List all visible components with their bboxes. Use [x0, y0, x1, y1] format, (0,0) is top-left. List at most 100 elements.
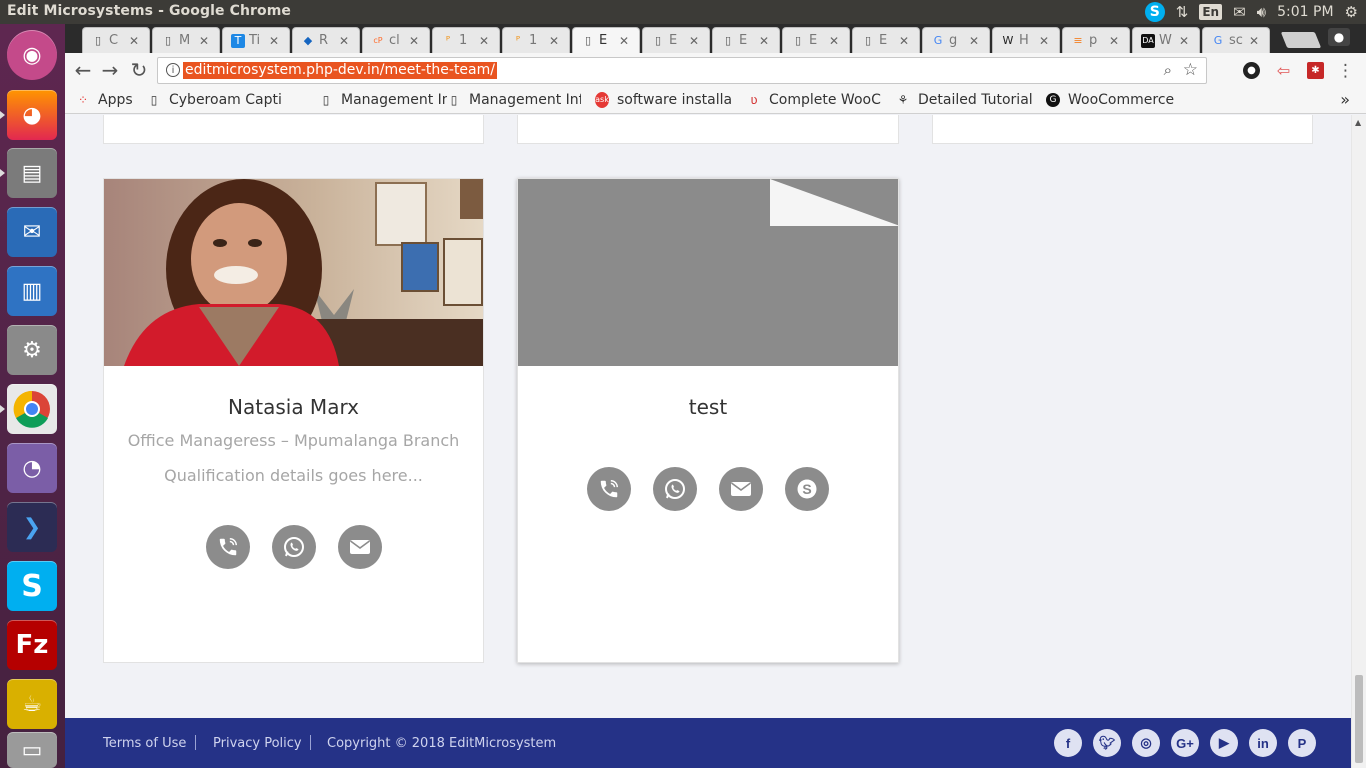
- ubuntu-dash-icon[interactable]: ◉: [7, 30, 57, 80]
- tab-close-icon[interactable]: ✕: [1039, 34, 1049, 48]
- trash-icon[interactable]: ▭: [7, 732, 57, 768]
- browser-tab[interactable]: Gg ✕: [922, 27, 990, 53]
- bookmark-item[interactable]: ▯ Management Inf: [447, 92, 581, 108]
- skype-icon[interactable]: S: [7, 561, 57, 611]
- zoom-icon[interactable]: ⌕: [1164, 61, 1172, 79]
- terms-of-use-link[interactable]: Terms of Use: [103, 736, 186, 751]
- scroll-up-arrow-icon[interactable]: ▲: [1355, 118, 1361, 127]
- email-icon[interactable]: [719, 467, 763, 511]
- url-text[interactable]: editmicrosystem.php-dev.in/meet-the-team…: [183, 62, 497, 79]
- browser-tab[interactable]: ▯ E ✕: [852, 27, 920, 53]
- browser-tab[interactable]: ᴾ 1 ✕: [432, 27, 500, 53]
- network-icon[interactable]: ⇅: [1176, 3, 1189, 21]
- chrome-menu-icon[interactable]: ⋮: [1337, 61, 1354, 81]
- browser-tab[interactable]: DA W ✕: [1132, 27, 1200, 53]
- bookmark-star-icon[interactable]: ☆: [1183, 60, 1198, 80]
- filezilla-icon[interactable]: Fz: [7, 620, 57, 670]
- tab-title: C: [109, 33, 119, 48]
- address-bar[interactable]: i editmicrosystem.php-dev.in/meet-the-te…: [157, 57, 1207, 84]
- volume-icon[interactable]: 🔊︎: [1257, 3, 1266, 21]
- vscode-icon[interactable]: ❯: [7, 502, 57, 552]
- browser-tab[interactable]: ◆ R ✕: [292, 27, 360, 53]
- back-arrow-icon[interactable]: ←: [71, 58, 95, 82]
- tab-close-icon[interactable]: ✕: [759, 34, 769, 48]
- tab-close-icon[interactable]: ✕: [619, 34, 629, 48]
- tab-close-icon[interactable]: ✕: [199, 34, 209, 48]
- lamp-app-icon[interactable]: ☕: [7, 679, 57, 729]
- files-icon[interactable]: ▤: [7, 148, 57, 198]
- skype-icon[interactable]: S: [785, 467, 829, 511]
- bookmark-item[interactable]: ask software installa: [595, 92, 735, 108]
- browser-tab[interactable]: ▯ M ✕: [152, 27, 220, 53]
- bookmark-item[interactable]: G WooCommerce: [1046, 92, 1184, 108]
- google-plus-icon[interactable]: G+: [1171, 729, 1199, 757]
- tab-close-icon[interactable]: ✕: [339, 34, 349, 48]
- profile-avatar-icon[interactable]: ●: [1328, 28, 1350, 46]
- extension-arrow-icon[interactable]: ⇦: [1275, 62, 1292, 79]
- tab-close-icon[interactable]: ✕: [549, 34, 559, 48]
- browser-tab[interactable]: ▯ E ✕: [712, 27, 780, 53]
- tab-close-icon[interactable]: ✕: [269, 34, 279, 48]
- whatsapp-icon[interactable]: [271, 525, 316, 569]
- browser-tab[interactable]: T Ti ✕: [222, 27, 290, 53]
- system-settings-icon[interactable]: ⚙: [7, 325, 57, 375]
- pidgin-icon[interactable]: ◔: [7, 443, 57, 493]
- bookmark-apps[interactable]: ⁘ Apps: [76, 92, 138, 108]
- browser-tab[interactable]: cP cl ✕: [362, 27, 430, 53]
- tab-close-icon[interactable]: ✕: [479, 34, 489, 48]
- tab-close-icon[interactable]: ✕: [689, 34, 699, 48]
- skype-tray-icon[interactable]: S: [1144, 2, 1165, 22]
- facebook-icon[interactable]: f: [1054, 729, 1082, 757]
- bookmark-item[interactable]: ⚘ Detailed Tutorial: [896, 92, 1032, 108]
- browser-tab[interactable]: ≡ p ✕: [1062, 27, 1130, 53]
- phone-icon[interactable]: [587, 467, 631, 511]
- whatsapp-icon[interactable]: [653, 467, 697, 511]
- extension-colorpick-icon[interactable]: ●: [1243, 62, 1260, 79]
- tab-close-icon[interactable]: ✕: [1109, 34, 1119, 48]
- bookmark-item[interactable]: ▯ Cyberoam Capti: [147, 92, 285, 108]
- youtube-icon[interactable]: ▶: [1210, 729, 1238, 757]
- browser-tab[interactable]: ▯ C ✕: [82, 27, 150, 53]
- extension-pdf-icon[interactable]: ✱: [1307, 62, 1324, 79]
- tab-close-icon[interactable]: ✕: [1249, 34, 1259, 48]
- email-icon[interactable]: [337, 525, 382, 569]
- page-scrollbar[interactable]: ▲: [1351, 115, 1366, 768]
- phone-icon[interactable]: [205, 525, 250, 569]
- browser-tab[interactable]: ▯ E ✕: [642, 27, 710, 53]
- twitter-icon[interactable]: 🐦︎: [1093, 729, 1121, 757]
- forward-arrow-icon[interactable]: →: [98, 58, 122, 82]
- linkedin-icon[interactable]: in: [1249, 729, 1277, 757]
- keyboard-layout-indicator[interactable]: En: [1199, 4, 1223, 20]
- more-bookmarks-chevron-icon[interactable]: »: [1340, 90, 1350, 109]
- site-info-icon[interactable]: i: [166, 63, 180, 77]
- running-indicator: [0, 169, 5, 177]
- browser-tab[interactable]: Gsc ✕: [1202, 27, 1270, 53]
- mail-icon[interactable]: ✉: [1233, 3, 1246, 21]
- bookmark-item[interactable]: ʋ Complete WooC: [747, 92, 885, 108]
- tab-favicon-icon: ᴾ: [515, 33, 521, 47]
- tab-close-icon[interactable]: ✕: [829, 34, 839, 48]
- pinterest-icon[interactable]: P: [1288, 729, 1316, 757]
- tab-title: p: [1089, 33, 1098, 48]
- browser-tab[interactable]: ᴾ 1 ✕: [502, 27, 570, 53]
- firefox-icon[interactable]: ◕: [7, 90, 57, 140]
- browser-tab[interactable]: W H ✕: [992, 27, 1060, 53]
- bookmark-item[interactable]: ▯ Management Inf: [319, 92, 447, 108]
- tab-close-icon[interactable]: ✕: [899, 34, 909, 48]
- settings-gear-icon[interactable]: ⚙: [1345, 3, 1358, 21]
- clock[interactable]: 5:01 PM: [1277, 4, 1333, 20]
- browser-tab[interactable]: ▯ E ✕: [572, 27, 640, 53]
- tab-close-icon[interactable]: ✕: [129, 34, 139, 48]
- privacy-policy-link[interactable]: Privacy Policy: [213, 736, 302, 751]
- tab-close-icon[interactable]: ✕: [1179, 34, 1189, 48]
- scrollbar-thumb[interactable]: [1355, 675, 1363, 763]
- instagram-icon[interactable]: ◎: [1132, 729, 1160, 757]
- browser-tab[interactable]: ▯ E ✕: [782, 27, 850, 53]
- new-tab-button[interactable]: [1280, 32, 1322, 48]
- reload-icon[interactable]: ↻: [127, 58, 151, 82]
- tab-close-icon[interactable]: ✕: [409, 34, 419, 48]
- libreoffice-writer-icon[interactable]: ▥: [7, 266, 57, 316]
- thunderbird-icon[interactable]: ✉: [7, 207, 57, 257]
- tab-close-icon[interactable]: ✕: [969, 34, 979, 48]
- chrome-icon[interactable]: [7, 384, 57, 434]
